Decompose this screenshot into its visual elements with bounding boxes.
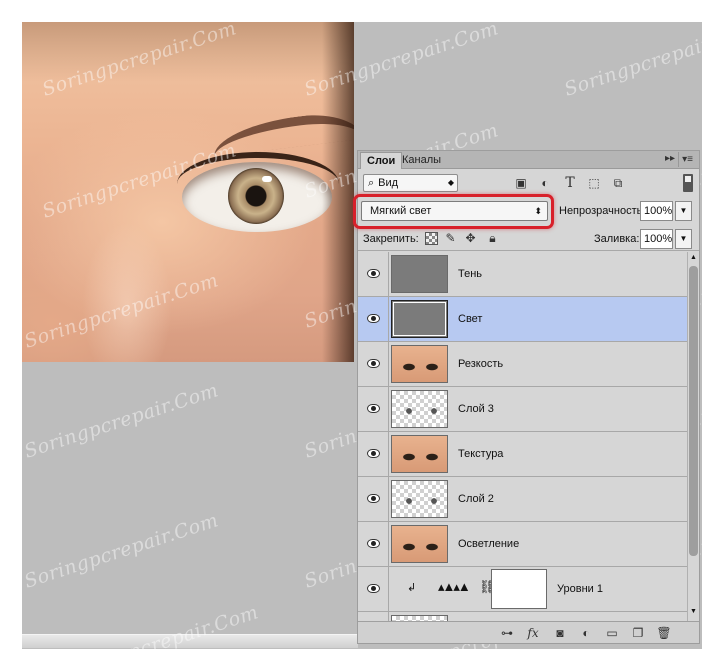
smart-object-filter-icon[interactable]: ⧉ xyxy=(611,176,625,190)
layer-name: Уровни 1 xyxy=(557,583,603,595)
scroll-down-icon[interactable]: ▼ xyxy=(688,608,699,618)
layer-thumbnail xyxy=(391,345,448,383)
type-filter-icon[interactable]: T xyxy=(563,176,577,190)
new-group-icon[interactable]: ▭ xyxy=(604,625,620,641)
layers-list: Тень Свет Резкость Слой 3 Текстура Слой … xyxy=(358,252,687,621)
blend-mode-value: Мягкий свет xyxy=(370,205,432,217)
adjustment-filter-icon[interactable]: ◐ xyxy=(538,176,552,190)
layer-row[interactable]: Резкость xyxy=(358,342,687,387)
layer-thumbnail xyxy=(391,435,448,473)
photo-glint xyxy=(262,176,272,182)
opacity-dropdown-button[interactable]: ▼ xyxy=(675,201,692,221)
fill-input[interactable]: 100% xyxy=(640,229,673,249)
tab-channels[interactable]: Каналы xyxy=(396,152,447,169)
new-layer-icon[interactable]: ❐ xyxy=(630,625,646,641)
panel-tab-bar: Слои Каналы ▸▸ ▾≡ xyxy=(358,151,699,169)
layer-thumbnail xyxy=(391,300,448,338)
opacity-label: Непрозрачность: xyxy=(559,205,646,217)
search-icon: ⌕ xyxy=(368,177,375,189)
layers-scrollbar[interactable]: ▲ ▼ xyxy=(687,252,699,621)
layer-name: Резкость xyxy=(458,358,504,370)
layers-bottom-bar: ⊶ fx ◙ ◐ ▭ ❐ 🗑︎ xyxy=(358,621,699,643)
visibility-toggle[interactable] xyxy=(358,432,389,476)
lock-row: Закрепить: ✎ ✥ 🔒︎ Заливка: 100% ▼ xyxy=(358,227,699,251)
visibility-toggle[interactable] xyxy=(358,522,389,566)
layer-row[interactable]: Текстура xyxy=(358,432,687,477)
fill-dropdown-button[interactable]: ▼ xyxy=(675,229,692,249)
filter-kind-select[interactable]: ⌕ Вид ◆ xyxy=(363,174,458,192)
visibility-toggle[interactable] xyxy=(358,567,389,611)
blend-row: Мягкий свет ⬍ Непрозрачность: 100% ▼ xyxy=(353,194,699,229)
eye-icon xyxy=(367,584,380,593)
eye-icon xyxy=(367,314,380,323)
layer-mask-thumbnail[interactable] xyxy=(491,569,547,609)
adjustment-layer-icon[interactable]: ◐ xyxy=(578,625,594,641)
link-layers-icon[interactable]: ⊶ xyxy=(499,625,515,641)
layer-row[interactable]: Слой 2 xyxy=(358,477,687,522)
lock-label: Закрепить: xyxy=(363,233,419,245)
adjustment-layer-row[interactable]: ↲ ▴▲▴▲ ⛓ Уровни 1 xyxy=(358,567,687,612)
eye-icon xyxy=(367,404,380,413)
delete-layer-icon[interactable]: 🗑︎ xyxy=(656,625,672,641)
eye-icon xyxy=(367,359,380,368)
image-filter-icon[interactable]: ▣ xyxy=(514,176,528,190)
levels-histogram-icon[interactable]: ▴▲▴▲ xyxy=(438,579,471,595)
layer-name: Тень xyxy=(458,268,483,280)
layer-row-partial[interactable] xyxy=(358,612,687,621)
layer-name: Слой 3 xyxy=(458,403,494,415)
layer-thumbnail xyxy=(391,480,448,518)
layer-thumbnail xyxy=(391,255,448,293)
layers-panel: Слои Каналы ▸▸ ▾≡ ⌕ Вид ◆ ▣ ◐ T ⬚ ⧉ Мягки… xyxy=(353,150,700,644)
eye-icon xyxy=(367,269,380,278)
lock-position-icon[interactable]: ✥ xyxy=(464,232,477,245)
filter-toggle[interactable] xyxy=(683,174,693,192)
lock-all-icon[interactable]: 🔒︎ xyxy=(486,232,499,245)
opacity-input[interactable]: 100% xyxy=(640,201,673,221)
collapse-panel-button[interactable]: ▸▸ xyxy=(665,153,675,164)
layer-name: Свет xyxy=(458,313,483,325)
blend-mode-select[interactable]: Мягкий свет ⬍ xyxy=(361,201,548,221)
chevron-updown-icon: ⬍ xyxy=(534,206,542,216)
lock-transparent-pixels-icon[interactable] xyxy=(425,232,438,245)
layer-name: Осветление xyxy=(458,538,520,550)
lock-image-pixels-icon[interactable]: ✎ xyxy=(444,232,457,245)
layer-row-selected[interactable]: Свет xyxy=(358,297,687,342)
visibility-toggle[interactable] xyxy=(358,612,389,621)
layer-row[interactable]: Слой 3 xyxy=(358,387,687,432)
visibility-toggle[interactable] xyxy=(358,252,389,296)
visibility-toggle[interactable] xyxy=(358,342,389,386)
eye-icon xyxy=(367,449,380,458)
layer-row[interactable]: Осветление xyxy=(358,522,687,567)
layer-row[interactable]: Тень xyxy=(358,252,687,297)
visibility-toggle[interactable] xyxy=(358,387,389,431)
photo-iris xyxy=(228,168,284,224)
visibility-toggle[interactable] xyxy=(358,297,389,341)
scroll-thumb[interactable] xyxy=(689,266,698,556)
filter-kind-label: Вид xyxy=(378,177,399,189)
chevron-updown-icon: ◆ xyxy=(447,178,454,187)
layer-filter-row: ⌕ Вид ◆ ▣ ◐ T ⬚ ⧉ xyxy=(358,170,699,196)
scroll-up-icon[interactable]: ▲ xyxy=(688,254,699,264)
clipping-arrow-icon: ↲ xyxy=(407,582,417,594)
fx-icon[interactable]: fx xyxy=(525,625,541,641)
add-mask-icon[interactable]: ◙ xyxy=(552,625,568,641)
fill-label: Заливка: xyxy=(594,233,640,245)
layer-name: Слой 2 xyxy=(458,493,494,505)
panel-menu-button[interactable]: ▾≡ xyxy=(678,152,696,167)
shape-filter-icon[interactable]: ⬚ xyxy=(587,176,601,190)
visibility-toggle[interactable] xyxy=(358,477,389,521)
eye-icon xyxy=(367,494,380,503)
layer-name: Текстура xyxy=(458,448,504,460)
layer-thumbnail xyxy=(391,390,448,428)
layer-thumbnail xyxy=(391,525,448,563)
eye-icon xyxy=(367,539,380,548)
